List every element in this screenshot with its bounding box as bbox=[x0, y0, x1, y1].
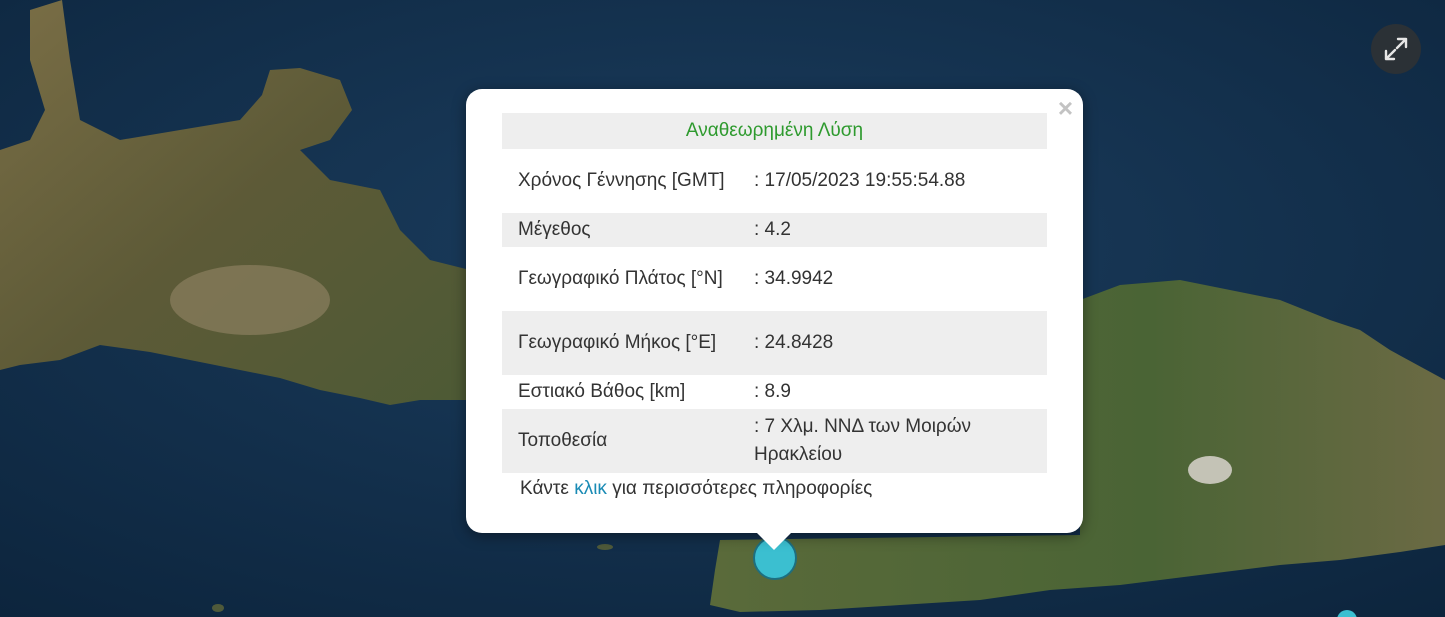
table-header-row: Αναθεωρημένη Λύση bbox=[502, 113, 1047, 149]
revised-solution-header: Αναθεωρημένη Λύση bbox=[502, 113, 1047, 149]
longitude-label: Γεωγραφικό Μήκος [°E] bbox=[502, 311, 744, 375]
footer-suffix: για περισσότερες πληροφορίες bbox=[612, 478, 873, 499]
islet bbox=[212, 604, 224, 612]
table-row: Εστιακό Βάθος [km] : 8.9 bbox=[502, 375, 1047, 409]
table-row: Γεωγραφικό Πλάτος [°N] : 34.9942 bbox=[502, 247, 1047, 311]
islet bbox=[597, 544, 613, 550]
origin-time-label: Χρόνος Γέννησης [GMT] bbox=[518, 170, 725, 191]
table-row: Μέγεθος : 4.2 bbox=[502, 213, 1047, 247]
snow-peak bbox=[1188, 456, 1232, 484]
table-row: Χρόνος Γέννησης [GMT] : 17/05/2023 19:55… bbox=[502, 149, 1047, 213]
mountain-range-west bbox=[170, 265, 330, 335]
more-info-link[interactable]: κλικ bbox=[574, 478, 607, 499]
location-value: : 7 Χλμ. ΝΝΔ των Μοιρών Ηρακλείου bbox=[744, 409, 1047, 473]
close-icon[interactable]: × bbox=[1058, 95, 1073, 121]
table-row: Τοποθεσία : 7 Χλμ. ΝΝΔ των Μοιρών Ηρακλε… bbox=[502, 409, 1047, 473]
latitude-label: Γεωγραφικό Πλάτος [°N] bbox=[518, 268, 723, 289]
more-info-text: Κάντε κλικ για περισσότερες πληροφορίες bbox=[520, 478, 872, 500]
longitude-value: : 24.8428 bbox=[744, 311, 1047, 375]
earthquake-details-table: Αναθεωρημένη Λύση Χρόνος Γέννησης [GMT] … bbox=[502, 113, 1047, 473]
location-label: Τοποθεσία bbox=[502, 409, 744, 473]
expand-arrows-icon bbox=[1384, 37, 1408, 61]
popup-pointer bbox=[756, 532, 792, 550]
depth-value: : 8.9 bbox=[754, 381, 791, 402]
latitude-value: : 34.9942 bbox=[754, 268, 834, 289]
table-row: Γεωγραφικό Μήκος [°E] : 24.8428 bbox=[502, 311, 1047, 375]
magnitude-label: Μέγεθος bbox=[502, 213, 744, 247]
origin-time-value: : 17/05/2023 19:55:54.88 bbox=[754, 170, 966, 191]
depth-label: Εστιακό Βάθος [km] bbox=[518, 381, 686, 402]
footer-prefix: Κάντε bbox=[520, 478, 569, 499]
magnitude-value: : 4.2 bbox=[744, 213, 1047, 247]
fullscreen-button[interactable] bbox=[1371, 24, 1421, 74]
earthquake-info-popup: × Αναθεωρημένη Λύση Χρόνος Γέννησης [GMT… bbox=[466, 89, 1083, 533]
